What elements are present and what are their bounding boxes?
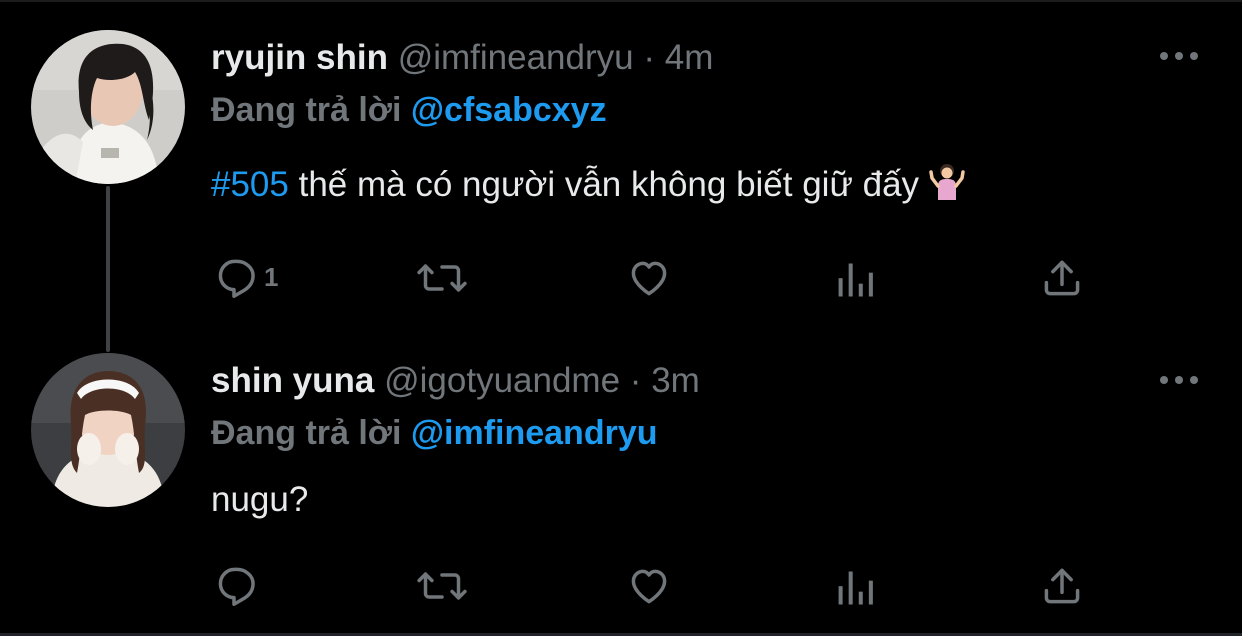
retweet-button[interactable]: [416, 256, 468, 300]
heart-icon: [631, 569, 667, 604]
tweet-header: shin yuna @igotyuandme · 3m: [211, 359, 700, 403]
reply-mention-link[interactable]: @cfsabcxyz: [411, 91, 607, 129]
heart-icon: [631, 261, 667, 296]
more-options-button[interactable]: [1160, 50, 1198, 62]
reply-button[interactable]: 1: [214, 255, 278, 299]
retweet-icon: [417, 264, 467, 292]
more-options-button[interactable]: [1160, 374, 1198, 386]
tweet-body: thế mà có người vẫn không biết giữ đấy: [288, 165, 929, 204]
reply-prefix: Đang trả lời: [211, 91, 402, 129]
share-upload-icon: [1044, 568, 1080, 604]
separator-dot: ·: [629, 361, 642, 400]
display-name[interactable]: shin yuna: [211, 361, 374, 400]
tweet-text: #505 thế mà có người vẫn không biết giữ …: [211, 162, 965, 212]
like-button[interactable]: [626, 256, 672, 300]
retweet-icon: [417, 572, 467, 600]
share-button[interactable]: [1040, 564, 1084, 608]
reply-mention-link[interactable]: @imfineandryu: [411, 414, 658, 452]
user-handle[interactable]: @igotyuandme: [384, 361, 620, 400]
user-handle[interactable]: @imfineandryu: [398, 38, 634, 77]
views-button[interactable]: [834, 258, 878, 302]
reply-count: 1: [264, 261, 279, 292]
share-upload-icon: [1044, 260, 1080, 296]
more-horizontal-icon: [1160, 376, 1168, 384]
tweet-1[interactable]: ryujin shin @imfineandryu · 4m Đang trả …: [0, 0, 1242, 345]
timestamp[interactable]: 4m: [665, 38, 714, 77]
views-button[interactable]: [834, 566, 878, 610]
analytics-bars-icon: [838, 263, 873, 297]
hashtag-link[interactable]: #505: [211, 165, 289, 204]
reply-bubble-icon: [218, 567, 255, 606]
more-horizontal-icon: [1160, 52, 1168, 60]
reply-bubble-icon: [218, 259, 255, 298]
share-button[interactable]: [1040, 256, 1084, 300]
tweet-header: ryujin shin @imfineandryu · 4m: [211, 36, 713, 80]
replying-to: Đang trả lời @imfineandryu: [211, 411, 658, 455]
reply-prefix: Đang trả lời: [211, 414, 402, 452]
retweet-button[interactable]: [416, 564, 468, 608]
analytics-bars-icon: [838, 571, 873, 605]
display-name[interactable]: ryujin shin: [211, 38, 388, 77]
replying-to: Đang trả lời @cfsabcxyz: [211, 88, 607, 132]
like-button[interactable]: [626, 564, 672, 608]
timestamp[interactable]: 3m: [651, 361, 700, 400]
avatar[interactable]: [31, 353, 185, 507]
person-shrugging-emoji: [929, 162, 965, 212]
tweet-thread: ryujin shin @imfineandryu · 4m Đang trả …: [0, 0, 1242, 636]
avatar[interactable]: [31, 30, 185, 184]
reply-button[interactable]: [214, 563, 264, 607]
separator-dot: ·: [643, 38, 656, 77]
tweet-text: nugu?: [211, 480, 309, 519]
tweet-2[interactable]: shin yuna @igotyuandme · 3m Đang trả lời…: [0, 345, 1242, 633]
